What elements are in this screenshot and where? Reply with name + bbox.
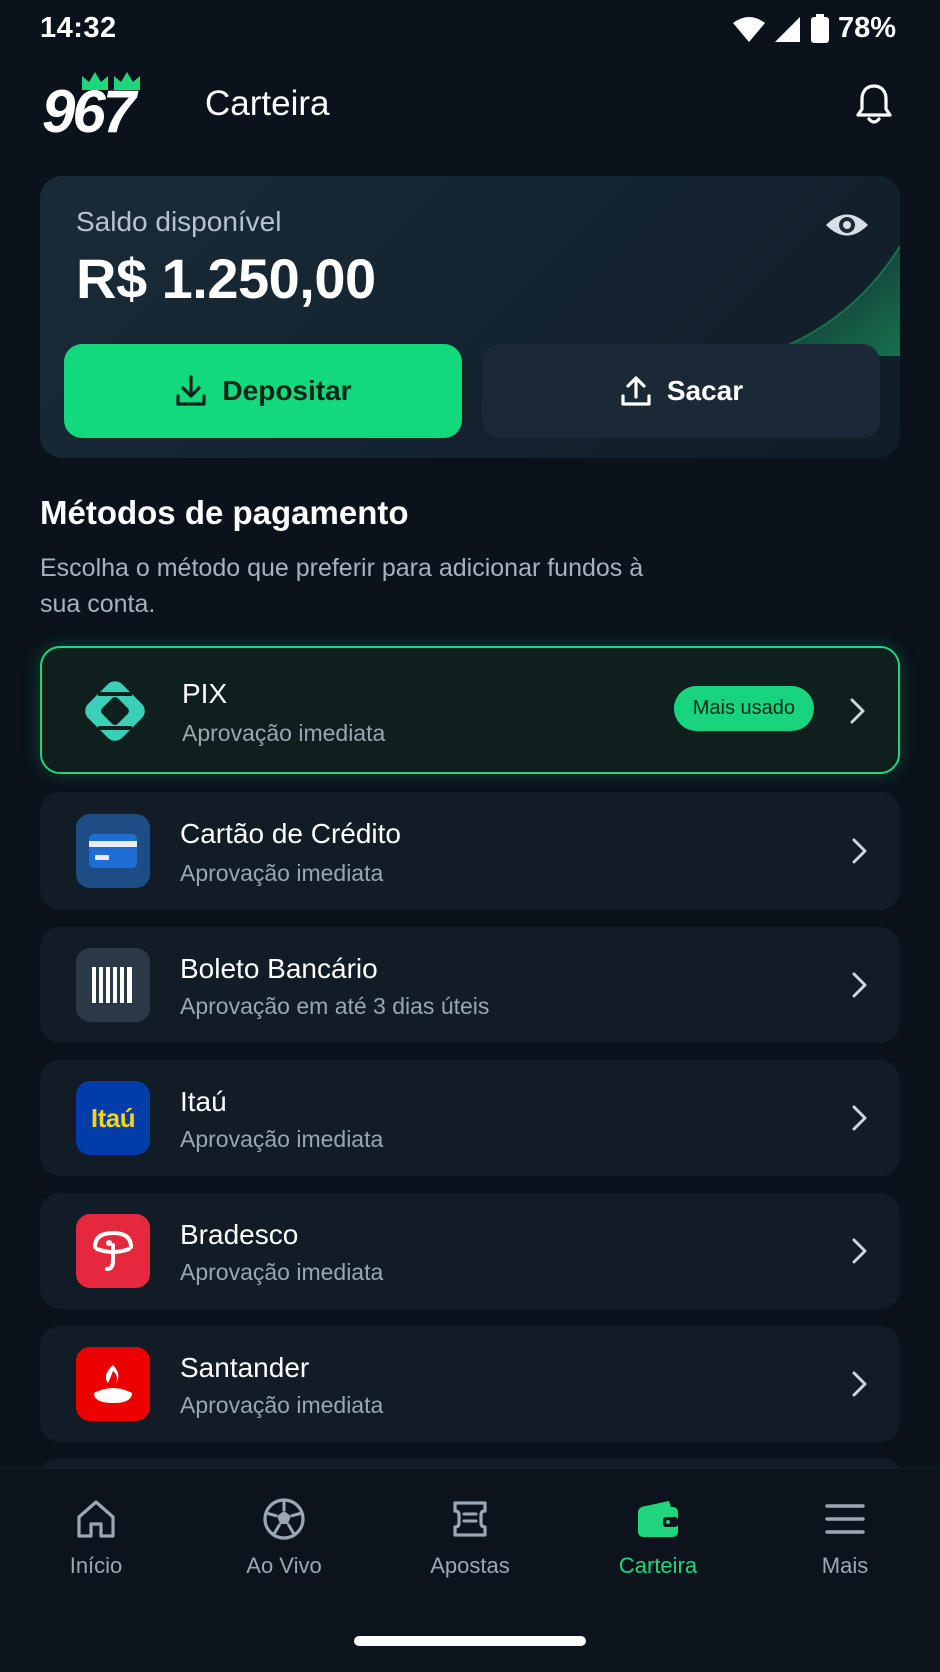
brand-logo[interactable]: 967 (42, 70, 152, 145)
withdraw-label: Sacar (666, 375, 744, 406)
nav-live[interactable]: Ao Vivo (204, 1497, 364, 1579)
bell-icon[interactable] (854, 82, 894, 126)
battery-percentage: 78% (837, 12, 896, 44)
santander-logo (76, 1347, 150, 1421)
ticket-icon (453, 1501, 487, 1537)
method-pix[interactable]: PIX Aprovação imediata Mais usado (40, 646, 900, 774)
wallet-icon (638, 1501, 678, 1537)
method-santander[interactable]: Santander Aprovação imediata (40, 1326, 900, 1442)
download-icon (176, 375, 207, 406)
status-icons: 78% (732, 12, 896, 45)
bradesco-logo (76, 1214, 150, 1288)
battery-icon (810, 13, 829, 43)
method-name: Santander (180, 1352, 310, 1383)
soccer-ball-icon (263, 1498, 305, 1540)
logo-text: 967 (42, 78, 136, 145)
withdraw-button[interactable]: Sacar (482, 344, 880, 438)
method-subtitle: Aprovação imediata (180, 1126, 384, 1152)
method-boleto[interactable]: Boleto Bancário Aprovação em até 3 dias … (40, 927, 900, 1043)
nav-wallet[interactable]: Carteira (578, 1497, 738, 1579)
method-name: Boleto Bancário (180, 953, 378, 984)
method-itau[interactable]: Itaú Itaú Aprovação imediata (40, 1060, 900, 1176)
home-indicator[interactable] (354, 1636, 586, 1646)
nav-label: Carteira (618, 1553, 698, 1578)
wifi-icon (732, 16, 765, 42)
nav-home[interactable]: Início (16, 1497, 176, 1579)
nav-label: Mais (821, 1553, 869, 1578)
balance-card: Saldo disponível R$ 1.250,00 Depositar S… (40, 176, 900, 458)
status-time: 14:32 (40, 12, 117, 44)
status-bar: 14:32 78% (0, 0, 940, 56)
itau-logo-text: Itaú (90, 1102, 136, 1133)
method-subtitle: Aprovação imediata (180, 1259, 384, 1285)
deposit-label: Depositar (222, 375, 352, 406)
method-bradesco[interactable]: Bradesco Aprovação imediata (40, 1193, 900, 1309)
menu-icon (825, 1504, 865, 1534)
nav-label: Apostas (430, 1553, 510, 1578)
balance-value: R$ 1.250,00 (76, 247, 376, 310)
nav-more[interactable]: Mais (765, 1497, 925, 1579)
method-subtitle: Aprovação em até 3 dias úteis (180, 993, 490, 1019)
upload-icon (621, 376, 651, 406)
itau-logo: Itaú (76, 1081, 150, 1155)
chevron-right-icon (852, 1105, 867, 1131)
method-name: Itaú (180, 1086, 227, 1117)
method-subtitle: Aprovação imediata (180, 1392, 384, 1418)
method-subtitle: Aprovação imediata (180, 860, 384, 886)
chevron-right-icon (852, 1371, 867, 1397)
method-name: Bradesco (180, 1219, 299, 1250)
home-icon (77, 1500, 115, 1538)
section-description: Escolha o método que preferir para adici… (40, 554, 644, 618)
method-subtitle: Aprovação imediata (182, 720, 386, 746)
method-name: Cartão de Crédito (180, 818, 402, 849)
barcode-icon (76, 948, 150, 1022)
credit-card-icon (76, 814, 150, 888)
signal-icon (774, 16, 800, 42)
eye-icon[interactable] (824, 202, 870, 248)
page-title: Carteira (205, 84, 330, 123)
chevron-right-icon (852, 1238, 867, 1264)
deposit-button[interactable]: Depositar (64, 344, 462, 438)
section-title: Métodos de pagamento (40, 494, 409, 531)
nav-bets[interactable]: Apostas (390, 1497, 550, 1579)
chevron-right-icon (850, 698, 865, 724)
method-credit-card[interactable]: Cartão de Crédito Aprovação imediata (40, 792, 900, 910)
nav-label: Ao Vivo (246, 1553, 322, 1578)
balance-label: Saldo disponível (76, 206, 282, 237)
nav-label: Início (69, 1553, 123, 1578)
chevron-right-icon (852, 838, 867, 864)
most-used-badge: Mais usado (673, 686, 814, 731)
pix-icon (78, 674, 152, 748)
method-name: PIX (182, 678, 228, 709)
chevron-right-icon (852, 972, 867, 998)
